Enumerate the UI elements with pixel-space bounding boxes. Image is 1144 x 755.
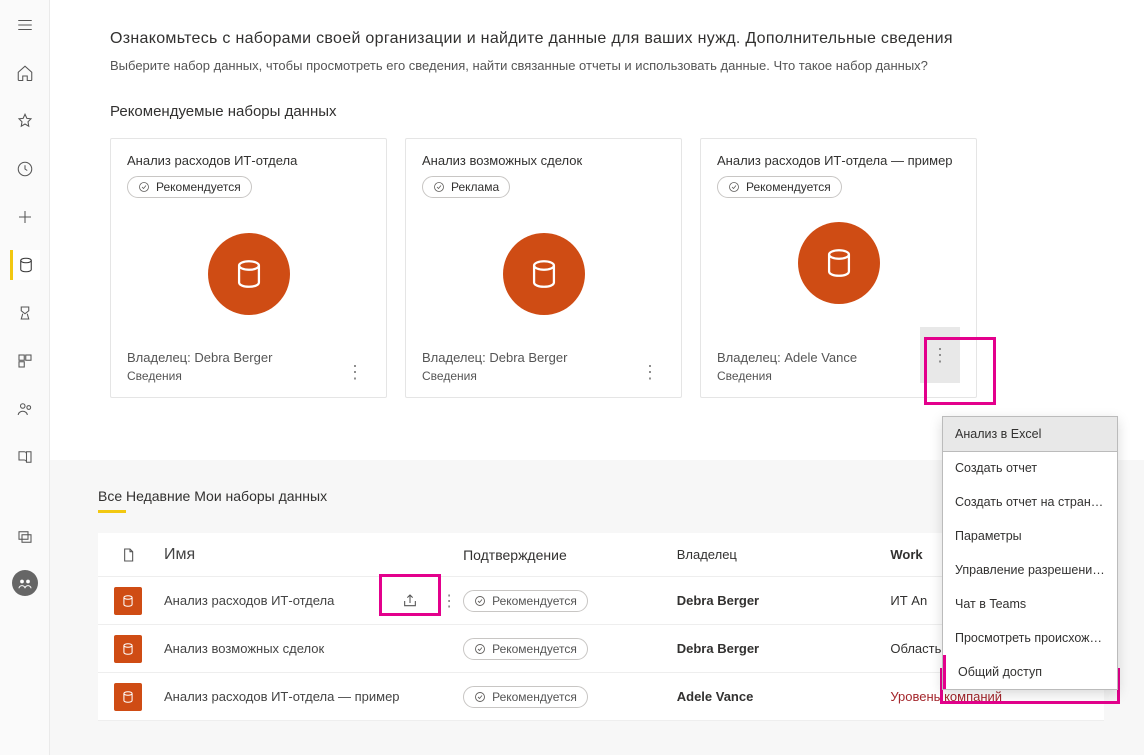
dataset-row-icon [114,683,142,711]
card-footer: Владелец: Debra Berger Сведения ⋮ [127,350,370,383]
datasets-icon[interactable] [10,250,40,280]
card-title: Анализ расходов ИТ-отдела [127,153,370,168]
menu-item-analyze-excel[interactable]: Анализ в Excel [942,416,1118,452]
card-title: Анализ расходов ИТ-отдела — пример [717,153,960,168]
owner-line: Владелец: Debra Berger [127,350,272,365]
workspace-avatar-icon[interactable] [12,570,38,596]
dataset-circle-icon [798,222,880,304]
details-link[interactable]: Сведения [127,369,272,383]
menu-item-create-report-page[interactable]: Создать отчет на страницу [943,485,1117,519]
plus-icon[interactable] [10,202,40,232]
hamburger-icon[interactable] [10,10,40,40]
check-circle-icon [138,181,150,193]
workspaces-icon[interactable] [10,522,40,552]
endorsement-badge: Реклама [422,176,510,198]
endorsement-badge: Рекомендуется [717,176,842,198]
badge-label: Рекомендуется [156,180,241,194]
more-options-button[interactable]: ⋮ [920,327,960,383]
menu-item-share[interactable]: Общий доступ [943,655,1117,689]
dataset-card[interactable]: Анализ расходов ИТ-отдела — пример Реком… [700,138,977,398]
row-name: Анализ расходов ИТ-отдела [164,593,334,608]
check-circle-icon [433,181,445,193]
learn-icon[interactable] [10,442,40,472]
endorsement-badge: Рекомендуется [127,176,252,198]
owner-line: Владелец: Debra Berger [422,350,567,365]
badge-label: Реклама [451,180,499,194]
row-name: Анализ возможных сделок [164,641,324,656]
check-circle-icon [474,643,486,655]
dataset-circle-icon [208,233,290,315]
header-owner[interactable]: Владелец [677,547,891,562]
context-menu: Анализ в Excel Создать отчет Создать отч… [942,416,1118,690]
left-nav-rail [0,0,50,755]
more-options-button[interactable]: ⋮ [635,361,665,383]
card-icon-area [717,198,960,327]
share-button[interactable] [385,584,435,618]
recommended-header: Рекомендуемые наборы данных [110,103,1104,120]
main-content: Ознакомьтесь с наборами своей организаци… [50,0,1144,398]
dataset-row-icon [114,635,142,663]
confirmation-pill: Рекомендуется [463,638,588,660]
confirmation-pill: Рекомендуется [463,686,588,708]
row-owner: Adele Vance [677,689,891,704]
row-more-options-button[interactable]: ⋮ [435,591,463,611]
confirmation-pill: Рекомендуется [463,590,588,612]
header-confirmation[interactable]: Подтверждение [463,547,677,563]
recent-icon[interactable] [10,154,40,184]
subintro-text: Выберите набор данных, чтобы просмотреть… [110,58,1104,73]
home-icon[interactable] [10,58,40,88]
card-footer: Владелец: Adele Vance Сведения ⋮ [717,327,960,383]
dataset-card[interactable]: Анализ расходов ИТ-отдела Рекомендуется … [110,138,387,398]
more-options-button[interactable]: ⋮ [340,361,370,383]
row-owner: Debra Berger [677,593,891,608]
card-icon-area [422,198,665,350]
cards-row: Анализ расходов ИТ-отдела Рекомендуется … [110,138,1104,398]
dataset-card[interactable]: Анализ возможных сделок Реклама Владелец… [405,138,682,398]
details-link[interactable]: Сведения [717,369,857,383]
check-circle-icon [728,181,740,193]
owner-line: Владелец: Adele Vance [717,350,857,365]
menu-item-manage-permissions[interactable]: Управление разрешениями [943,553,1117,587]
menu-item-create-report[interactable]: Создать отчет [943,451,1117,485]
card-title: Анализ возможных сделок [422,153,665,168]
check-circle-icon [474,595,486,607]
intro-text: Ознакомьтесь с наборами своей организаци… [110,30,1104,48]
apps-icon[interactable] [10,346,40,376]
check-circle-icon [474,691,486,703]
card-footer: Владелец: Debra Berger Сведения ⋮ [422,350,665,383]
menu-item-settings[interactable]: Параметры [943,519,1117,553]
star-icon[interactable] [10,106,40,136]
row-owner: Debra Berger [677,641,891,656]
row-workspace[interactable]: Уровень компаний [890,689,1104,704]
details-link[interactable]: Сведения [422,369,567,383]
card-icon-area [127,198,370,350]
badge-label: Рекомендуется [746,180,831,194]
row-name: Анализ расходов ИТ-отдела — пример [164,689,400,704]
header-name[interactable]: Имя [158,546,463,564]
menu-item-view-lineage[interactable]: Просмотреть происхождение [943,621,1117,655]
people-icon[interactable] [10,394,40,424]
header-icon-col [98,547,158,563]
file-icon [120,547,136,563]
menu-item-chat-teams[interactable]: Чат в Teams [943,587,1117,621]
dataset-circle-icon [503,233,585,315]
active-tab-indicator [98,510,126,513]
goals-icon[interactable] [10,298,40,328]
dataset-row-icon [114,587,142,615]
